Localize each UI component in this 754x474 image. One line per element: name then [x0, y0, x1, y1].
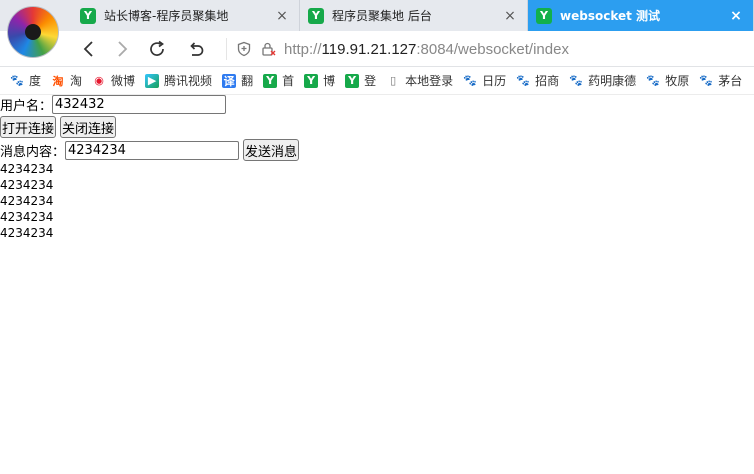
- bookmark-label: 腾讯视频: [164, 74, 213, 88]
- bookmark-item[interactable]: 🐾 茅台: [699, 72, 742, 89]
- bookmark-label: 翻: [241, 74, 254, 88]
- message-item: 4234234: [0, 162, 54, 176]
- username-label: 用户名：: [0, 99, 53, 114]
- message-item: 4234234: [0, 226, 54, 240]
- paw-icon: 🐾: [646, 74, 661, 87]
- navigation-bar: http://119.91.21.127:8084/websocket/inde…: [0, 31, 754, 67]
- close-tab-icon[interactable]: ×: [273, 8, 291, 24]
- site-icon: Y: [345, 73, 360, 88]
- shield-icon[interactable]: [236, 41, 252, 57]
- bookmark-item[interactable]: 淘淘: [51, 72, 83, 89]
- message-label: 消息内容：: [0, 144, 66, 160]
- url-scheme: http://: [284, 40, 322, 58]
- site-icon: Y: [304, 73, 319, 88]
- tab-blog[interactable]: Y 站长博客-程序员聚集地 ×: [72, 0, 300, 31]
- page-icon: ▯: [390, 74, 397, 87]
- message-row: 消息内容： 发送消息: [0, 139, 303, 161]
- bookmark-label: 度: [29, 74, 42, 88]
- bookmark-item[interactable]: 译翻: [222, 72, 253, 89]
- username-row: 用户名：: [0, 95, 227, 114]
- tab-title: websocket 测试: [560, 9, 661, 23]
- paw-icon: 🐾: [516, 74, 530, 87]
- translate-icon: 译: [222, 73, 237, 88]
- connection-buttons-row: 打开连接 关闭连接: [0, 116, 120, 138]
- undo-icon: [190, 42, 204, 56]
- site-icon: Y: [263, 73, 278, 88]
- bookmark-label: 药明康德: [588, 74, 637, 88]
- forward-button[interactable]: [111, 38, 133, 60]
- bookmark-item[interactable]: Y登: [345, 72, 376, 89]
- bookmark-item[interactable]: 🐾 药明康德: [569, 72, 636, 89]
- address-separator: [226, 38, 227, 60]
- bookmark-label: 淘: [70, 74, 83, 88]
- bookmark-label: 登: [364, 74, 377, 88]
- bookmark-item[interactable]: Y首: [263, 72, 294, 89]
- paw-icon: 🐾: [569, 74, 584, 87]
- close-connection-button[interactable]: 关闭连接: [60, 116, 117, 138]
- bookmark-label: 首: [282, 74, 295, 88]
- username-input[interactable]: [52, 95, 227, 114]
- url-host: 119.91.21.127: [321, 40, 417, 58]
- reload-button[interactable]: [146, 38, 168, 60]
- forward-arrow-icon: [118, 41, 128, 57]
- tab-title: 站长博客-程序员聚集地: [104, 9, 229, 23]
- message-item: 4234234: [0, 194, 54, 208]
- paw-icon: 🐾: [10, 74, 24, 87]
- bookmark-label: 牧原: [665, 74, 690, 88]
- browser-logo-icon[interactable]: [7, 6, 59, 58]
- tab-strip: Y 站长博客-程序员聚集地 × Y 程序员聚集地 后台 × Y websocke…: [0, 0, 754, 31]
- tab-websocket-active[interactable]: Y websocket 测试 ×: [528, 0, 754, 31]
- send-message-button[interactable]: 发送消息: [243, 139, 300, 161]
- site-favicon-icon: Y: [536, 7, 552, 24]
- bookmark-label: 日历: [482, 74, 507, 88]
- message-item: 4234234: [0, 210, 54, 224]
- bookmark-label: 博: [323, 74, 336, 88]
- taobao-icon: 淘: [52, 74, 64, 88]
- paw-icon: 🐾: [463, 74, 477, 87]
- insecure-lock-icon[interactable]: [260, 41, 276, 57]
- back-arrow-icon: [83, 41, 93, 57]
- bookmark-label: 茅台: [718, 74, 743, 88]
- bookmarks-bar: 🐾 度 淘淘 ◉ 微博 ▶ 腾讯视频 译翻 Y首 Y博 Y登 ▯ 本地登录 🐾 日历 🐾 招…: [0, 67, 754, 95]
- tab-title: 程序员聚集地 后台: [332, 9, 432, 23]
- reload-icon: [150, 40, 164, 56]
- url-path: :8084/websocket/index: [416, 40, 569, 58]
- message-input[interactable]: [65, 140, 240, 160]
- site-favicon-icon: Y: [80, 7, 96, 24]
- bookmark-item[interactable]: Y博: [304, 72, 335, 89]
- page-content: 用户名： 打开连接 关闭连接 消息内容： 发送消息 4234234 423423…: [0, 94, 754, 474]
- video-icon: ▶: [145, 73, 160, 88]
- paw-icon: 🐾: [699, 74, 714, 87]
- message-log: 4234234 4234234 4234234 4234234 4234234: [0, 161, 53, 241]
- back-button[interactable]: [78, 38, 100, 60]
- bookmark-item[interactable]: 🐾 招商: [516, 72, 559, 89]
- bookmark-item[interactable]: 🐾 日历: [463, 72, 506, 89]
- bookmark-label: 微博: [111, 74, 136, 88]
- bookmark-item[interactable]: ▶ 腾讯视频: [145, 72, 212, 89]
- bookmark-label: 本地登录: [405, 74, 454, 88]
- address-bar[interactable]: http://119.91.21.127:8084/websocket/inde…: [226, 35, 754, 63]
- tab-admin[interactable]: Y 程序员聚集地 后台 ×: [300, 0, 528, 31]
- open-connection-button[interactable]: 打开连接: [0, 116, 57, 138]
- close-tab-icon[interactable]: ×: [501, 8, 519, 24]
- site-favicon-icon: Y: [308, 7, 324, 24]
- bookmark-label: 招商: [535, 74, 560, 88]
- message-item: 4234234: [0, 178, 54, 192]
- close-tab-icon[interactable]: ×: [727, 8, 745, 24]
- bookmark-item[interactable]: ◉ 微博: [92, 72, 135, 89]
- bookmark-item[interactable]: ▯ 本地登录: [386, 72, 453, 89]
- bookmark-item[interactable]: 🐾 牧原: [646, 72, 689, 89]
- weibo-icon: ◉: [94, 74, 104, 87]
- undo-button[interactable]: [185, 38, 207, 60]
- bookmark-item[interactable]: 🐾 度: [10, 72, 41, 89]
